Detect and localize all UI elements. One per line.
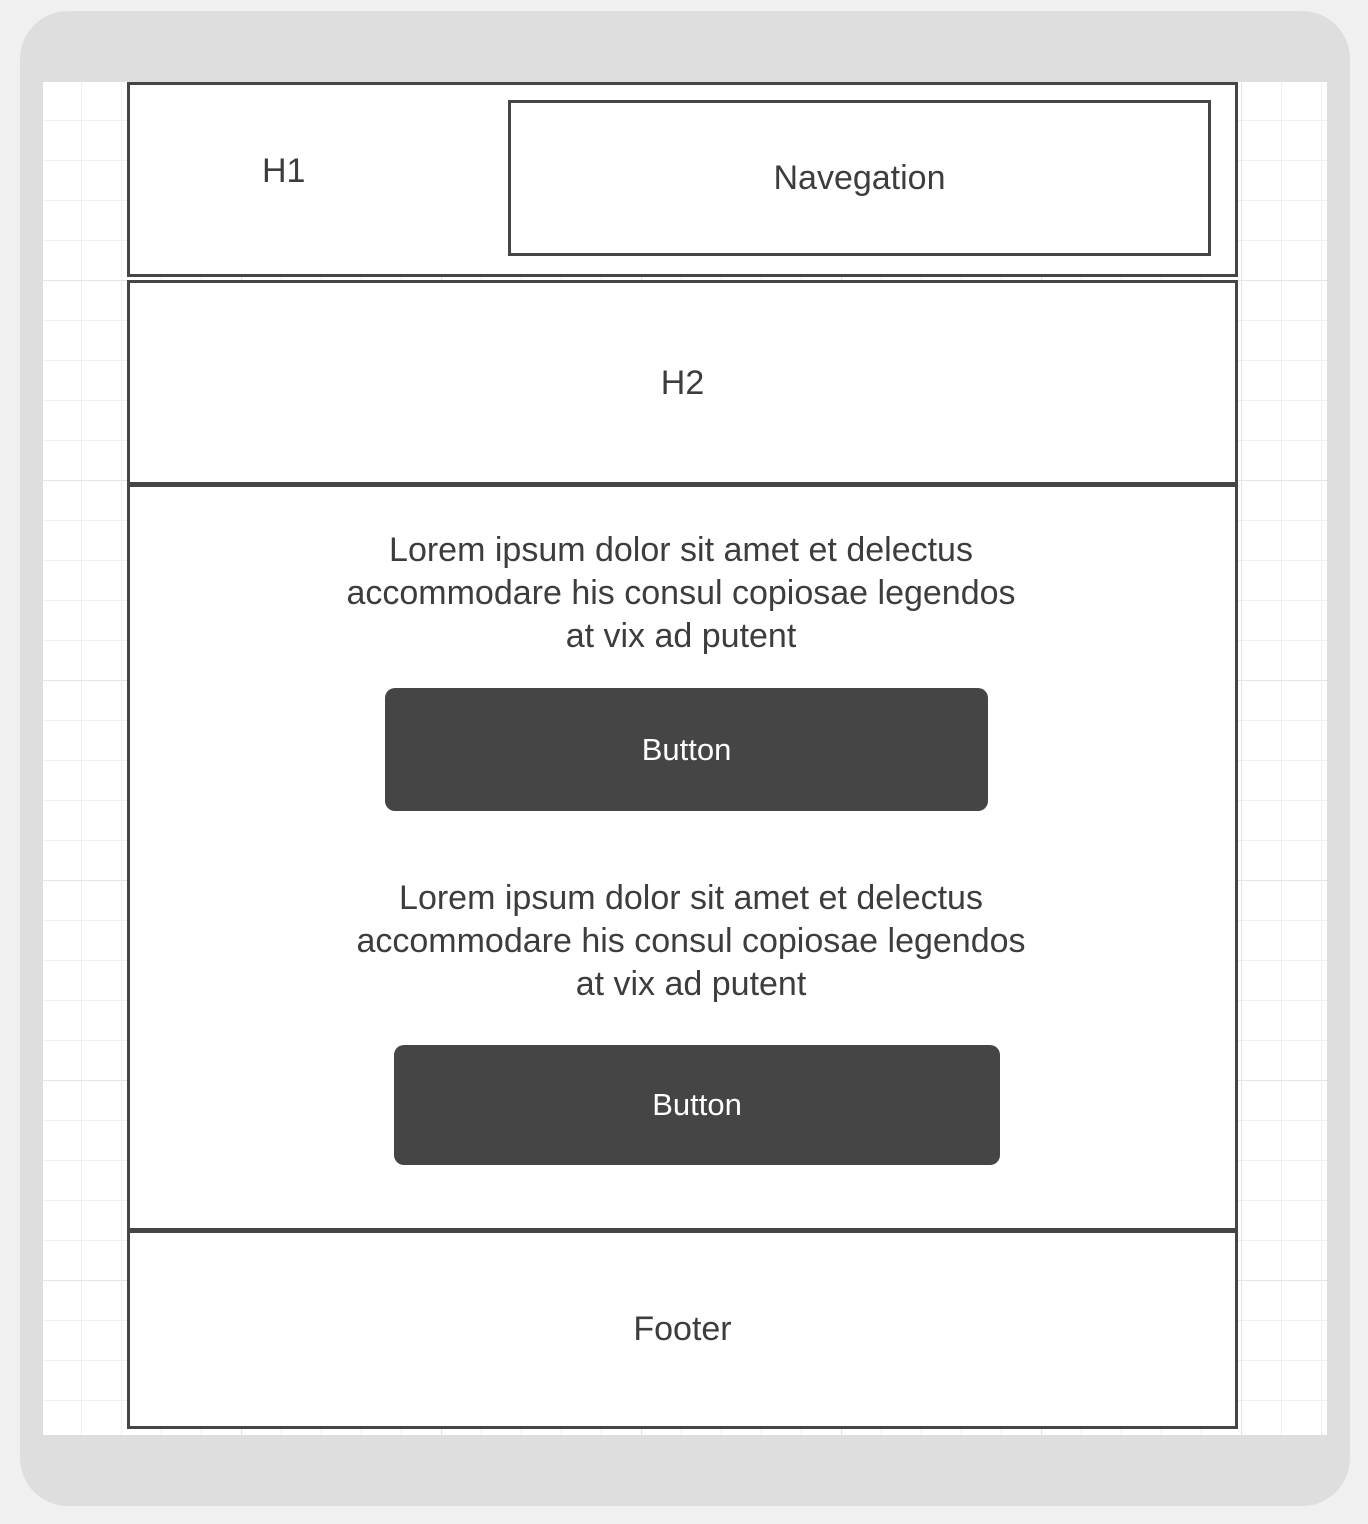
h1-placeholder: H1 bbox=[262, 152, 306, 190]
navigation-label: Navegation bbox=[773, 158, 946, 197]
h2-section: H2 bbox=[127, 280, 1238, 486]
paragraph-text: Lorem ipsum dolor sit amet et delectus a… bbox=[356, 879, 1026, 1003]
secondary-button[interactable]: Button bbox=[394, 1045, 1000, 1165]
primary-button[interactable]: Button bbox=[385, 688, 988, 811]
navigation-box[interactable]: Navegation bbox=[508, 100, 1211, 256]
paragraph-text: Lorem ipsum dolor sit amet et delectus a… bbox=[346, 531, 1016, 655]
footer-label: Footer bbox=[633, 1310, 732, 1348]
h2-placeholder: H2 bbox=[660, 363, 705, 402]
footer-section: Footer bbox=[127, 1230, 1238, 1429]
